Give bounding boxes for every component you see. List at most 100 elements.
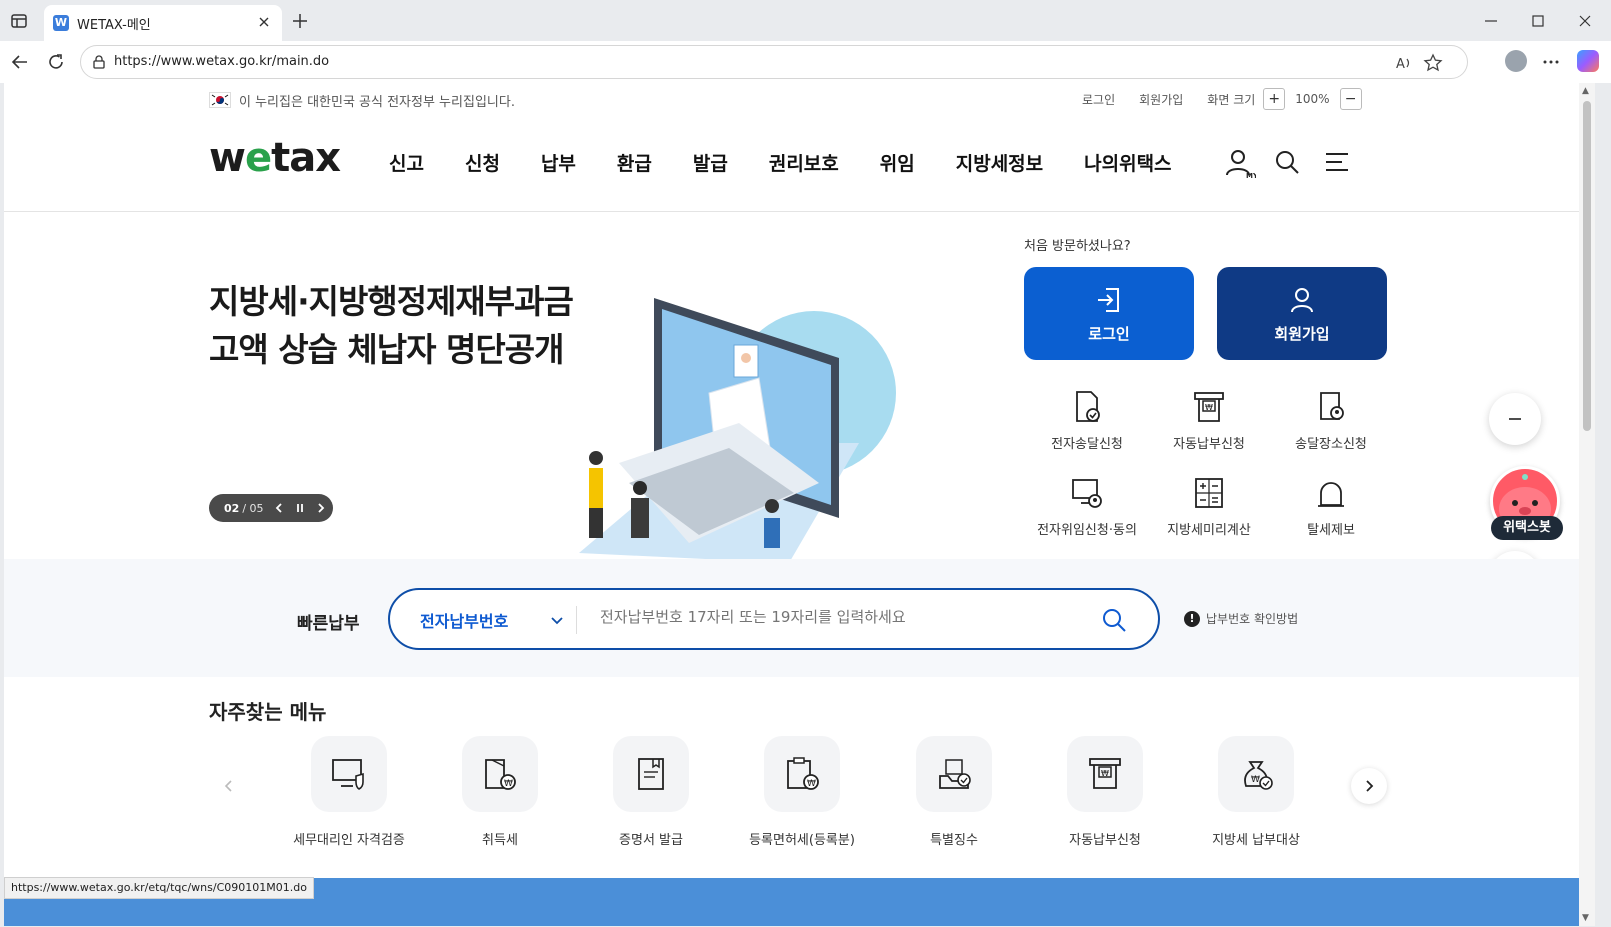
web-page: 이 누리집은 대한민국 공식 전자정부 누리집입니다. 로그인 회원가입 화면 … [4, 83, 1595, 926]
chevron-down-icon[interactable] [548, 611, 566, 629]
location-doc-icon [1313, 389, 1349, 425]
quick-pay-divider [576, 606, 577, 634]
payment-number-input[interactable] [600, 608, 1070, 626]
logo-e: e [244, 135, 272, 181]
favorite-label: 등록면허세(등록분) [749, 833, 855, 848]
payment-type-select[interactable]: 전자납부번호 [420, 608, 508, 632]
monitor-shield-icon [311, 736, 387, 812]
service-e-delegation[interactable]: 전자위임신청·동의 [1022, 475, 1152, 538]
zoom-in-button[interactable]: + [1263, 88, 1286, 110]
favorite-item[interactable]: ₩ 자동납부신청 [1030, 736, 1180, 848]
more-options-icon[interactable] [1540, 51, 1562, 73]
registration-tax-icon: ₩ [764, 736, 840, 812]
hero-title-line1: 지방세·지방행정제재부과금 [209, 282, 574, 321]
new-tab-icon[interactable] [291, 12, 309, 30]
search-icon[interactable] [1272, 147, 1302, 177]
wetax-logo[interactable]: wetax [209, 135, 341, 181]
korean-flag-icon [209, 92, 231, 108]
hero-title[interactable]: 지방세·지방행정제재부과금 고액 상습 체납자 명단공개 [209, 278, 574, 374]
nav-issue[interactable]: 발급 [693, 149, 728, 176]
hamburger-menu-icon[interactable] [1322, 147, 1352, 177]
wetax-favicon-icon: W [53, 15, 69, 31]
quick-pay-search-icon[interactable] [1100, 606, 1128, 634]
close-window-icon[interactable] [1574, 10, 1596, 32]
service-auto-pay[interactable]: ₩ 자동납부신청 [1144, 389, 1274, 452]
util-login-link[interactable]: 로그인 [1082, 91, 1115, 108]
next-slide-icon[interactable] [315, 502, 327, 514]
maximize-icon[interactable] [1527, 10, 1549, 32]
nav-refund[interactable]: 환급 [617, 149, 652, 176]
favorite-item[interactable]: 증명서 발급 [576, 736, 726, 848]
scrollbar-thumb[interactable] [1583, 101, 1591, 431]
favorite-star-icon[interactable] [1423, 53, 1443, 73]
status-bar-url: https://www.wetax.go.kr/etq/tqc/wns/C090… [4, 877, 314, 899]
payment-number-help-link[interactable]: ! 납부번호 확인방법 [1184, 610, 1298, 627]
login-button-label: 로그인 [1088, 325, 1130, 343]
svg-text:₩: ₩ [504, 779, 513, 789]
nav-apply[interactable]: 신청 [465, 149, 500, 176]
favorite-label: 세무대리인 자격검증 [293, 833, 405, 848]
nav-report[interactable]: 신고 [389, 149, 424, 176]
nav-rights[interactable]: 권리보호 [769, 149, 839, 176]
back-icon[interactable] [9, 51, 31, 73]
signup-button[interactable]: 회원가입 [1217, 267, 1387, 360]
nav-delegation[interactable]: 위임 [880, 149, 915, 176]
service-delivery-place[interactable]: 송달장소신청 [1266, 389, 1396, 452]
tab-title: WETAX-메인 [77, 18, 151, 33]
pause-slide-icon[interactable] [294, 502, 306, 514]
zoom-collapse-button[interactable] [1489, 393, 1541, 445]
service-label: 자동납부신청 [1173, 437, 1245, 452]
site-info-icon[interactable] [91, 54, 107, 70]
url-field[interactable]: https://www.wetax.go.kr/main.do A [80, 45, 1468, 79]
svg-text:₩: ₩ [807, 779, 816, 789]
close-tab-icon[interactable] [256, 14, 272, 30]
zoom-out-button[interactable]: − [1339, 88, 1362, 110]
tab-actions-icon[interactable] [9, 11, 29, 31]
screen-size-label: 화면 크기 [1207, 92, 1256, 107]
wetax-bot-label[interactable]: 위택스봇 [1491, 516, 1563, 540]
svg-text:₩: ₩ [1101, 769, 1109, 778]
copilot-icon[interactable] [1577, 50, 1599, 72]
nav-my-wetax[interactable]: 나의위택스 [1084, 149, 1171, 176]
my-page-icon[interactable]: MY [1224, 147, 1256, 179]
favorite-item[interactable]: 세무대리인 자격검증 [274, 736, 424, 848]
refresh-icon[interactable] [45, 51, 67, 73]
login-button[interactable]: 로그인 [1024, 267, 1194, 360]
favorites-prev-icon[interactable] [211, 768, 247, 804]
main-nav: 신고 신청 납부 환급 발급 권리보호 위임 지방세정보 나의위택스 [389, 149, 1213, 176]
slide-controls: 02 / 05 [209, 494, 333, 522]
favorite-item[interactable]: ₩ 지방세 납부대상 [1181, 736, 1331, 848]
my-label: MY [1246, 172, 1256, 179]
util-signup-link[interactable]: 회원가입 [1139, 91, 1183, 108]
read-aloud-icon[interactable]: A [1394, 53, 1414, 73]
service-e-delivery[interactable]: 전자송달신청 [1022, 389, 1152, 452]
service-label: 지방세미리계산 [1167, 523, 1251, 538]
hero-title-line2: 고액 상습 체납자 명단공개 [209, 330, 564, 369]
nav-local-tax-info[interactable]: 지방세정보 [956, 149, 1043, 176]
document-check-icon [1069, 389, 1105, 425]
profile-avatar[interactable] [1505, 50, 1527, 72]
service-tax-evasion-report[interactable]: 탈세제보 [1266, 475, 1396, 538]
scroll-down-arrow[interactable]: ▼ [1582, 913, 1589, 923]
page-scrollbar[interactable]: ▲ ▼ [1579, 83, 1595, 926]
service-tax-calculator[interactable]: 지방세미리계산 [1144, 475, 1274, 538]
monitor-delegate-icon [1069, 475, 1105, 511]
prev-slide-icon[interactable] [273, 502, 285, 514]
favorite-item[interactable]: 특별징수 [879, 736, 1029, 848]
service-label: 전자위임신청·동의 [1037, 523, 1137, 538]
nav-payment[interactable]: 납부 [541, 149, 576, 176]
certificate-icon [613, 736, 689, 812]
favorite-label: 증명서 발급 [619, 833, 683, 848]
favorite-item[interactable]: ₩ 등록면허세(등록분) [727, 736, 877, 848]
svg-text:A: A [1396, 57, 1405, 72]
header-divider [4, 211, 1579, 212]
browser-tab-active[interactable]: W WETAX-메인 [44, 5, 282, 41]
user-icon [1287, 285, 1317, 315]
scroll-up-arrow[interactable]: ▲ [1582, 86, 1589, 96]
minimize-icon[interactable] [1480, 10, 1502, 32]
info-icon: ! [1184, 610, 1200, 627]
logo-w: w [209, 135, 246, 181]
favorites-next-icon[interactable] [1351, 768, 1387, 804]
url-text: https://www.wetax.go.kr/main.do [114, 54, 330, 69]
favorite-item[interactable]: ₩ 취득세 [425, 736, 575, 848]
